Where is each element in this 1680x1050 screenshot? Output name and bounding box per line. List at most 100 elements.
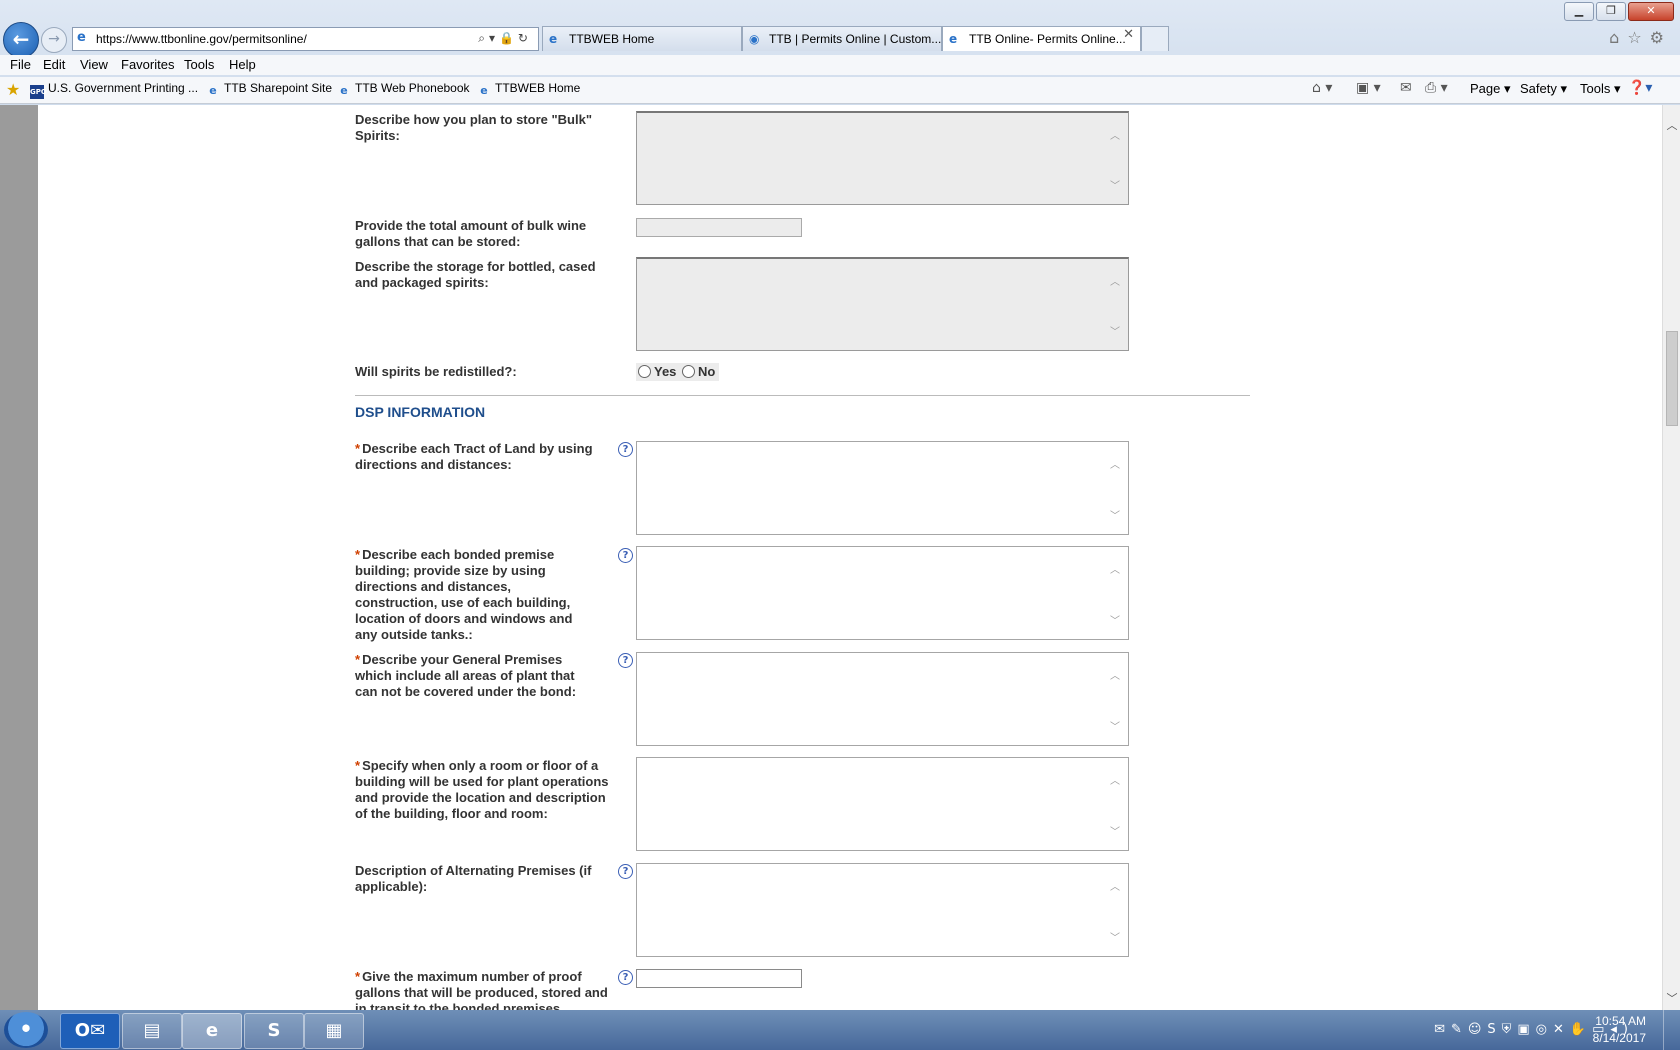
- bonded-label: * Describe each bonded premise building; …: [355, 547, 573, 642]
- ie-fav-icon: e: [340, 84, 348, 97]
- scroll-down-icon[interactable]: ﹀: [1110, 323, 1120, 338]
- redistilled-label: Will spirits be redistilled?:: [355, 364, 517, 379]
- file-explorer-taskbar-icon[interactable]: ▤: [122, 1013, 182, 1049]
- tab-label: TTB Online- Permits Online...: [969, 32, 1126, 46]
- tract-label: * Describe each Tract of Land by using di…: [355, 441, 593, 472]
- page-viewport: Describe how you plan to store "Bulk" Sp…: [0, 105, 1662, 1010]
- mail-icon[interactable]: ✉: [1400, 80, 1412, 96]
- menu-view[interactable]: View: [80, 57, 108, 72]
- favorites-star-icon[interactable]: ☆: [1627, 28, 1649, 47]
- taskbar-clock[interactable]: 10:54 AM 8/14/2017: [1593, 1013, 1646, 1047]
- bottled-storage-textarea[interactable]: ︿ ﹀: [636, 257, 1129, 351]
- tab-ttbweb-home[interactable]: e TTBWEB Home: [542, 26, 742, 51]
- bulk-wine-label: Provide the total amount of bulk wine ga…: [355, 218, 587, 249]
- tab-close-icon[interactable]: ✕: [1123, 27, 1134, 42]
- redistilled-radio-group: Yes No: [636, 363, 720, 381]
- start-button[interactable]: [4, 1012, 48, 1048]
- restore-button[interactable]: ❐: [1596, 2, 1626, 21]
- window-close-button[interactable]: ✕: [1628, 2, 1674, 21]
- scroll-up-icon[interactable]: ︿: [1110, 667, 1120, 682]
- gear-icon[interactable]: ⚙: [1650, 28, 1672, 47]
- outlook-taskbar-icon[interactable]: O✉: [60, 1013, 120, 1049]
- ie-fav-icon: e: [480, 84, 488, 97]
- general-premises-textarea[interactable]: ︿ ﹀: [636, 652, 1129, 746]
- address-url[interactable]: https://www.ttbonline.gov/permitsonline/: [96, 32, 307, 46]
- ttb-seal-icon: ◉: [749, 32, 760, 46]
- clock-time: 10:54 AM: [1595, 1014, 1646, 1028]
- scroll-up-icon[interactable]: ︿: [1110, 878, 1120, 893]
- new-tab-button[interactable]: [1141, 26, 1169, 51]
- scroll-down-icon[interactable]: ﹀: [1110, 612, 1120, 627]
- help-icon[interactable]: ?: [618, 864, 633, 879]
- section-divider: [355, 395, 1250, 396]
- menu-help[interactable]: Help: [229, 57, 256, 72]
- help-icon[interactable]: ?: [618, 548, 633, 563]
- room-floor-textarea[interactable]: ︿ ﹀: [636, 757, 1129, 851]
- tract-textarea[interactable]: ︿ ﹀: [636, 441, 1129, 535]
- page-menu[interactable]: Page ▾: [1470, 81, 1511, 97]
- browser-chrome: ▁ ❐ ✕ ← → e https://www.ttbonline.gov/pe…: [0, 0, 1680, 105]
- scrollbar-thumb[interactable]: [1666, 331, 1678, 426]
- scroll-down-icon[interactable]: ﹀: [1110, 929, 1120, 944]
- home-icon[interactable]: ⌂: [1609, 28, 1627, 47]
- scroll-up-icon[interactable]: ︿: [1110, 561, 1120, 576]
- menu-edit[interactable]: Edit: [43, 57, 65, 72]
- address-bar[interactable]: e https://www.ttbonline.gov/permitsonlin…: [72, 27, 539, 51]
- print-icon[interactable]: ⎙ ▾: [1425, 80, 1448, 96]
- minimize-button[interactable]: ▁: [1564, 2, 1594, 21]
- favorite-ttbweb-home[interactable]: e TTBWEB Home: [477, 81, 580, 98]
- favorite-phonebook[interactable]: e TTB Web Phonebook: [337, 81, 469, 98]
- favorite-gpo[interactable]: GPOU.S. Government Printing ...: [30, 81, 198, 99]
- bulk-wine-input[interactable]: [636, 218, 802, 237]
- radio-yes[interactable]: [638, 365, 651, 378]
- menu-file[interactable]: File: [10, 57, 31, 72]
- menu-tools[interactable]: Tools: [184, 57, 214, 72]
- favorites-star-icon[interactable]: ★: [6, 80, 20, 99]
- alternating-textarea[interactable]: ︿ ﹀: [636, 863, 1129, 957]
- help-icon[interactable]: ❓▾: [1628, 80, 1652, 96]
- scroll-up-icon[interactable]: ︿: [1110, 772, 1120, 787]
- bulk-spirits-textarea[interactable]: ︿ ﹀: [636, 111, 1129, 205]
- radio-yes-label: Yes: [654, 364, 677, 379]
- browser-right-icons: ⌂☆⚙: [1609, 28, 1672, 47]
- ie-fav-icon: e: [209, 84, 217, 97]
- ie-tab-icon: e: [549, 32, 558, 46]
- scroll-down-icon[interactable]: ﹀: [1110, 177, 1120, 192]
- max-proof-label: * Give the maximum number of proof gallon…: [355, 969, 608, 1010]
- help-icon[interactable]: ?: [618, 653, 633, 668]
- scroll-down-arrow-icon[interactable]: ﹀: [1663, 990, 1680, 1008]
- scroll-down-icon[interactable]: ﹀: [1110, 507, 1120, 522]
- menu-favorites[interactable]: Favorites: [121, 57, 174, 72]
- bulk-spirits-label: Describe how you plan to store "Bulk" Sp…: [355, 112, 592, 143]
- radio-no[interactable]: [682, 365, 696, 378]
- section-title: DSP INFORMATION: [355, 404, 486, 420]
- scroll-up-icon[interactable]: ︿: [1110, 273, 1120, 288]
- max-proof-input[interactable]: [636, 969, 802, 988]
- scroll-up-arrow-icon[interactable]: ︿: [1663, 117, 1680, 135]
- help-icon[interactable]: ?: [618, 970, 633, 985]
- address-tools-icons[interactable]: ⌕▾🔒↻: [478, 31, 532, 46]
- tab-ttb-online-active[interactable]: e TTB Online- Permits Online... ✕: [942, 26, 1141, 51]
- safety-menu[interactable]: Safety ▾: [1520, 81, 1567, 97]
- help-icon[interactable]: ?: [618, 442, 633, 457]
- scroll-down-icon[interactable]: ﹀: [1110, 718, 1120, 733]
- skype-taskbar-icon[interactable]: S: [244, 1013, 304, 1049]
- forward-button[interactable]: →: [41, 27, 67, 53]
- back-button[interactable]: ←: [3, 22, 39, 58]
- bonded-textarea[interactable]: ︿ ﹀: [636, 546, 1129, 640]
- internet-explorer-taskbar-icon[interactable]: e: [182, 1013, 242, 1049]
- scroll-down-icon[interactable]: ﹀: [1110, 823, 1120, 838]
- tools-menu[interactable]: Tools ▾: [1580, 81, 1621, 97]
- feeds-icon[interactable]: ▣ ▾: [1356, 80, 1381, 96]
- window-controls: ▁ ❐ ✕: [1564, 2, 1674, 21]
- app-window-taskbar-icon[interactable]: ▦: [304, 1013, 364, 1049]
- scroll-up-icon[interactable]: ︿: [1110, 127, 1120, 142]
- home-cmd-icon[interactable]: ⌂ ▾: [1312, 80, 1332, 96]
- tab-permits-online-custom[interactable]: ◉ TTB | Permits Online | Custom...: [742, 26, 942, 51]
- page-vertical-scrollbar[interactable]: ︿ ﹀: [1662, 105, 1680, 1010]
- radio-no-label: No: [698, 364, 716, 379]
- tab-label: TTB | Permits Online | Custom...: [769, 32, 942, 46]
- scroll-up-icon[interactable]: ︿: [1110, 456, 1120, 471]
- favorite-sharepoint[interactable]: e TTB Sharepoint Site: [206, 81, 332, 98]
- show-desktop-button[interactable]: [1663, 1010, 1680, 1050]
